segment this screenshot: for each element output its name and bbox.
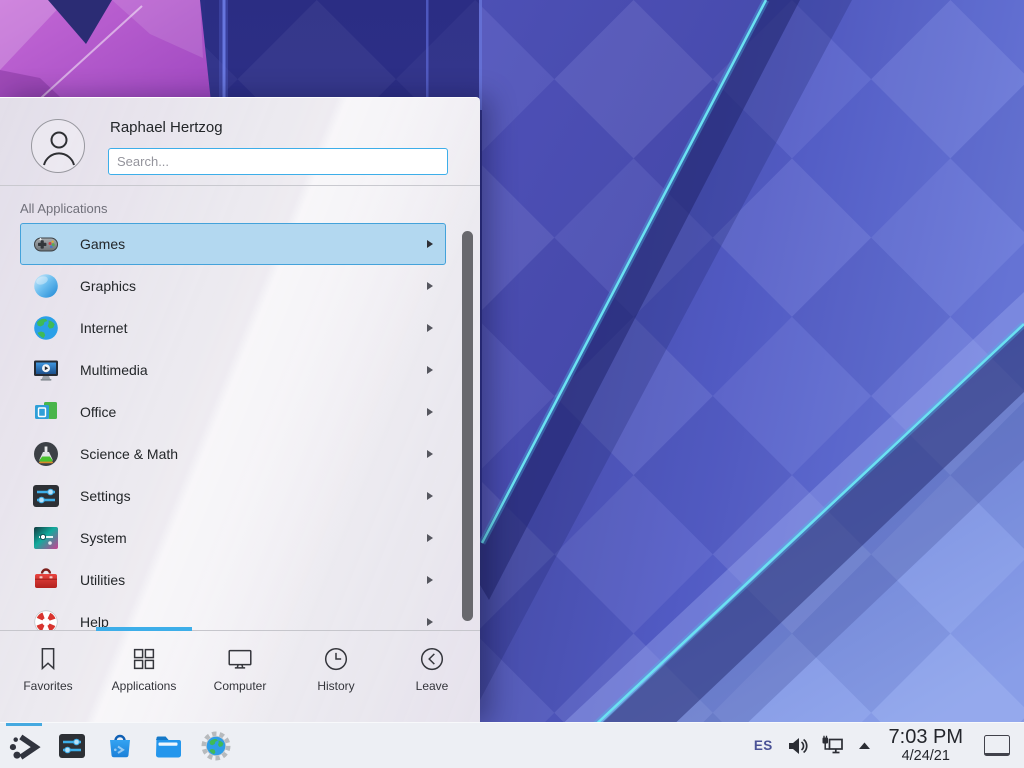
keyboard-layout-indicator[interactable]: ES [754, 738, 773, 753]
web-browser-button[interactable] [199, 723, 233, 768]
active-task-indicator [6, 723, 42, 726]
utilities-icon [30, 564, 62, 596]
favorites-icon [33, 644, 63, 674]
menu-item-label: Multimedia [80, 362, 148, 378]
submenu-arrow-icon [427, 492, 433, 500]
menu-item-label: Games [80, 236, 125, 252]
games-icon [30, 228, 62, 260]
menu-item-internet[interactable]: Internet [20, 307, 446, 349]
menu-item-label: Internet [80, 320, 127, 336]
submenu-arrow-icon [427, 408, 433, 416]
menu-item-office[interactable]: Office [20, 391, 446, 433]
menu-header: Raphael Hertzog [0, 98, 480, 186]
search-input[interactable] [108, 148, 448, 175]
science-icon [30, 438, 62, 470]
menu-item-system[interactable]: System [20, 517, 446, 559]
taskbar: ES [0, 722, 1024, 768]
system-tray: ES [754, 727, 1016, 764]
active-tab-indicator [96, 627, 192, 631]
help-icon [30, 606, 62, 631]
category-list: Games Graphics [0, 223, 480, 631]
tab-label: Computer [214, 679, 267, 693]
list-scrollbar[interactable] [462, 231, 473, 621]
menu-item-games[interactable]: Games [20, 223, 446, 265]
tab-label: Leave [416, 679, 449, 693]
tab-label: Applications [112, 679, 177, 693]
expand-tray-icon[interactable] [857, 740, 872, 751]
history-icon [321, 644, 351, 674]
user-name: Raphael Hertzog [110, 119, 223, 136]
submenu-arrow-icon [427, 324, 433, 332]
menu-item-graphics[interactable]: Graphics [20, 265, 446, 307]
office-icon [30, 396, 62, 428]
show-desktop-button[interactable] [984, 735, 1010, 756]
discover-icon [104, 730, 136, 762]
multimedia-icon [30, 354, 62, 386]
user-icon [32, 120, 86, 174]
discover-button[interactable] [103, 723, 137, 768]
avatar[interactable] [31, 119, 85, 173]
menu-item-multimedia[interactable]: Multimedia [20, 349, 446, 391]
menu-item-label: Settings [80, 488, 131, 504]
settings-icon [30, 480, 62, 512]
tab-history[interactable]: History [288, 631, 384, 722]
menu-item-science-math[interactable]: Science & Math [20, 433, 446, 475]
network-icon[interactable] [821, 735, 844, 757]
file-manager-button[interactable] [151, 723, 185, 768]
tab-favorites[interactable]: Favorites [0, 631, 96, 722]
file-manager-icon [152, 730, 184, 762]
system-icon [30, 522, 62, 554]
submenu-arrow-icon [427, 366, 433, 374]
section-label: All Applications [20, 201, 107, 216]
app-launcher-button[interactable] [7, 723, 41, 768]
tab-leave[interactable]: Leave [384, 631, 480, 722]
internet-icon [30, 312, 62, 344]
application-launcher-menu: Raphael Hertzog All Applications Games [0, 97, 480, 722]
app-launcher-icon [7, 729, 41, 763]
tab-applications[interactable]: Applications [96, 631, 192, 722]
menu-item-label: Utilities [80, 572, 125, 588]
menu-item-settings[interactable]: Settings [20, 475, 446, 517]
desktop: Raphael Hertzog All Applications Games [0, 0, 1024, 768]
submenu-arrow-icon [427, 618, 433, 626]
taskbar-app-icons [0, 723, 233, 768]
clock-time: 7:03 PM [889, 727, 963, 747]
menu-item-label: Graphics [80, 278, 136, 294]
leave-icon [417, 644, 447, 674]
graphics-icon [30, 270, 62, 302]
menu-item-utilities[interactable]: Utilities [20, 559, 446, 601]
submenu-arrow-icon [427, 240, 433, 248]
web-browser-icon [200, 730, 232, 762]
menu-item-label: Science & Math [80, 446, 178, 462]
volume-icon[interactable] [786, 735, 808, 757]
digital-clock[interactable]: 7:03 PM 4/24/21 [889, 727, 963, 764]
submenu-arrow-icon [427, 534, 433, 542]
submenu-arrow-icon [427, 450, 433, 458]
system-settings-button[interactable] [55, 723, 89, 768]
submenu-arrow-icon [427, 576, 433, 584]
menu-item-help[interactable]: Help [20, 601, 446, 631]
tab-label: Favorites [23, 679, 72, 693]
tab-label: History [317, 679, 354, 693]
menu-item-label: Office [80, 404, 116, 420]
system-settings-icon [56, 730, 88, 762]
computer-icon [225, 644, 255, 674]
applications-icon [129, 644, 159, 674]
tab-computer[interactable]: Computer [192, 631, 288, 722]
clock-date: 4/24/21 [902, 749, 950, 764]
menu-tab-bar: Favorites Applications [0, 630, 480, 722]
menu-item-label: System [80, 530, 127, 546]
submenu-arrow-icon [427, 282, 433, 290]
